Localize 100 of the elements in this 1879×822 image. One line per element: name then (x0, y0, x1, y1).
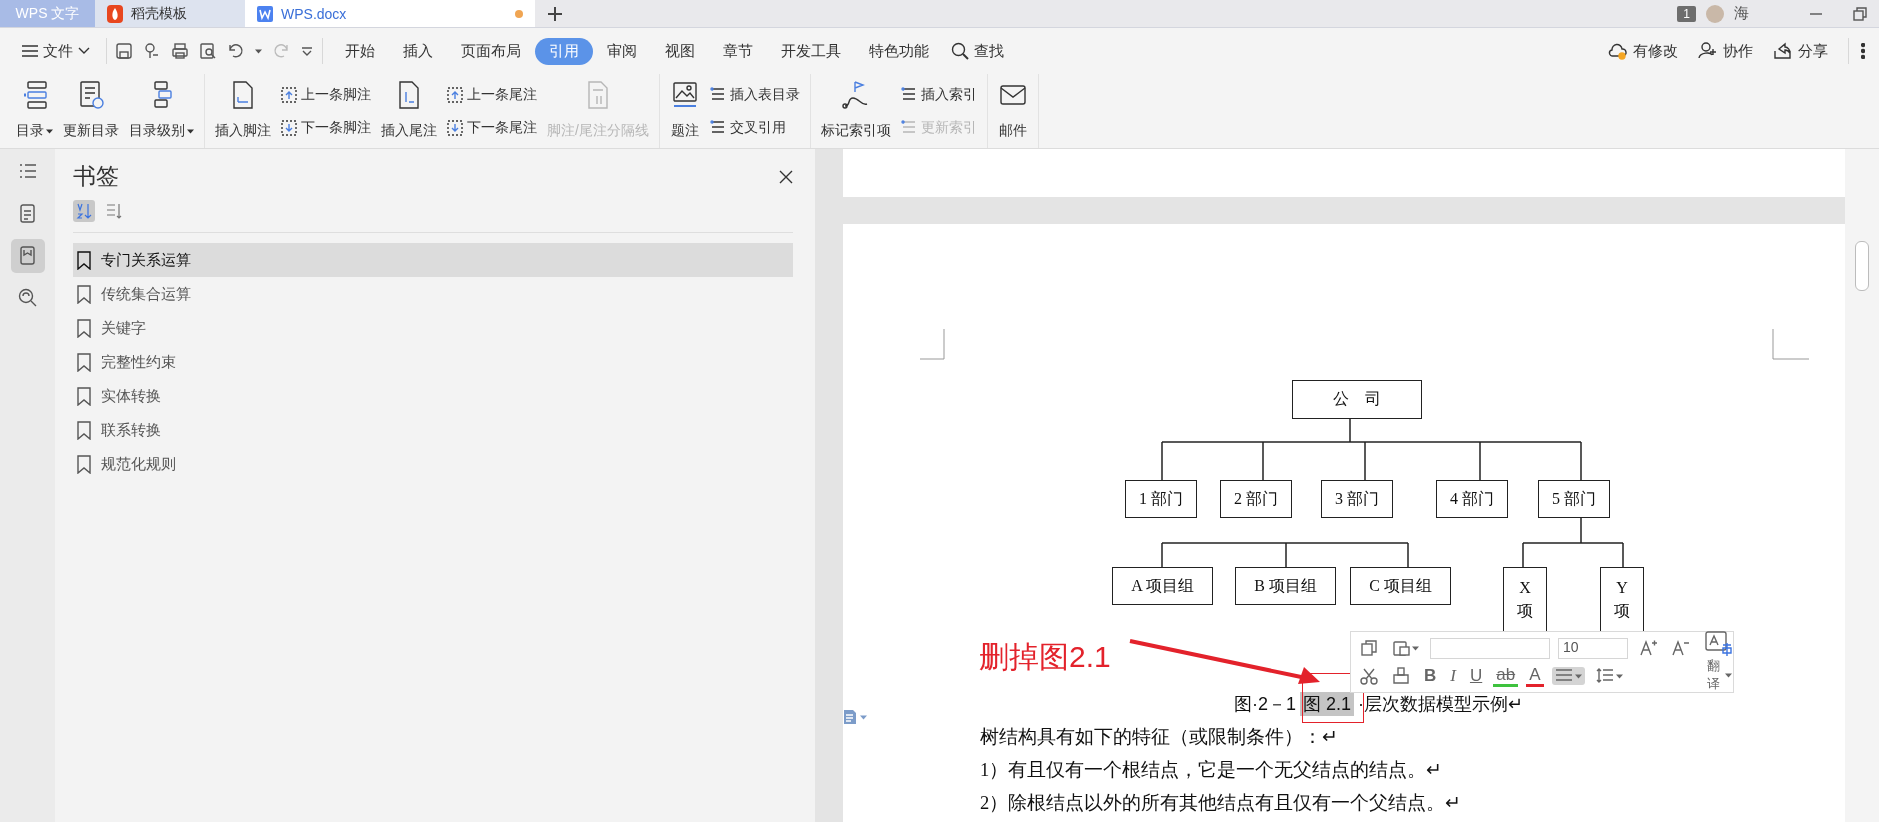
italic-button[interactable]: I (1447, 666, 1459, 686)
chart-node: A 项目组 (1112, 567, 1213, 605)
flame-icon (107, 4, 123, 23)
user-name[interactable]: 海 (1734, 4, 1749, 23)
chart-node: C 项目组 (1350, 567, 1451, 605)
font-color-button[interactable]: A (1526, 665, 1544, 687)
chart-node: 公 司 (1292, 380, 1422, 419)
document-list-icon (17, 204, 38, 224)
save-icon[interactable] (115, 42, 133, 60)
more-icon[interactable] (1861, 43, 1865, 59)
document-tab[interactable]: WPS.docx (245, 0, 535, 27)
ribbon-tab[interactable]: 插入 (389, 37, 447, 65)
ribbon-button[interactable]: 交叉引用 (705, 116, 804, 139)
paragraph: 树结构具有如下的特征（或限制条件）：↵ (979, 726, 1339, 749)
bookmark-item[interactable]: 专门关系运算 (73, 243, 793, 277)
ribbon-tab[interactable]: 视图 (651, 37, 709, 65)
ribbon-button[interactable]: 插入尾注 (377, 76, 441, 146)
caption-text: ·层次数据模型示例↵ (1358, 693, 1524, 716)
bookmark-icon (77, 250, 91, 270)
ribbon-button[interactable]: 更新目录 (59, 76, 123, 146)
chart-node: 2 部门 (1220, 480, 1292, 518)
cloud-icon (1608, 41, 1628, 61)
bold-button[interactable]: B (1421, 666, 1440, 686)
bookmark-item[interactable]: 传统集合运算 (73, 277, 793, 311)
underline-button[interactable]: U (1466, 666, 1486, 686)
scrollbar-thumb[interactable] (1855, 241, 1869, 291)
font-name-field[interactable] (1430, 637, 1550, 659)
close-icon[interactable] (779, 169, 793, 184)
search-button[interactable]: 查找 (943, 37, 1012, 65)
ribbon-button[interactable]: 标记索引项 (816, 76, 895, 146)
file-menu[interactable]: 文件 (14, 37, 98, 65)
document-tab[interactable]: 稻壳模板 (95, 0, 245, 27)
table-list-icon (709, 86, 726, 103)
document-icon (257, 5, 273, 22)
bookmark-icon (77, 284, 91, 304)
search-icon (951, 42, 969, 60)
ribbon-button[interactable]: 下一条尾注 (443, 116, 541, 139)
bookmark-icon (77, 420, 91, 440)
ribbon-button[interactable]: 插入脚注 (211, 76, 275, 146)
toolbar-button[interactable]: 协作 (1690, 37, 1761, 65)
chart-node: 3 部门 (1321, 480, 1393, 518)
ribbon-button[interactable]: 上一条脚注 (277, 83, 375, 106)
table-list-icon (900, 86, 917, 103)
toolbar-button[interactable]: 有修改 (1600, 37, 1686, 65)
chart-node: 5 部门 (1538, 480, 1610, 518)
ribbon-button[interactable]: 下一条脚注 (277, 116, 375, 139)
bookmark-icon (77, 454, 91, 474)
align-button[interactable] (1551, 667, 1585, 685)
ribbon-button[interactable]: 目录 (12, 76, 57, 146)
caret-icon (1412, 645, 1419, 651)
menu-icon (22, 44, 38, 58)
cut-button[interactable] (1357, 667, 1381, 685)
copy-icon (1360, 639, 1378, 657)
ribbon-tab[interactable]: 特色功能 (855, 37, 943, 65)
share-link-icon[interactable] (143, 42, 161, 60)
ribbon-tab[interactable]: 审阅 (593, 37, 651, 65)
ribbon-tab[interactable]: 开始 (331, 37, 389, 65)
annotation-text: 删掉图2.1 (979, 639, 1111, 675)
font-size-field[interactable]: 10 (1558, 637, 1628, 659)
paragraph-icon[interactable] (843, 709, 857, 725)
plus-icon[interactable] (547, 5, 563, 22)
ribbon-button[interactable]: 题注 (665, 76, 704, 146)
ribbon-tab[interactable]: 页面布局 (447, 37, 535, 65)
ribbon-button[interactable]: 邮件 (993, 76, 1032, 146)
paragraph: 2）除根结点以外的所有其他结点有且仅有一个父结点。↵ (979, 792, 1463, 815)
add-user-icon (1698, 41, 1718, 61)
count-badge[interactable]: 1 (1677, 5, 1696, 22)
shrink-font-icon (1671, 639, 1689, 657)
caption-text: 图·2－1 (1234, 693, 1296, 716)
ribbon-tab[interactable]: 开发工具 (767, 37, 855, 65)
rail-tab[interactable] (10, 239, 45, 273)
more-icon[interactable] (300, 44, 314, 58)
bookmark-icon (77, 352, 91, 372)
undo-icon[interactable] (227, 42, 245, 60)
ribbon-button[interactable]: 目录级别 (125, 76, 198, 146)
sort-button[interactable] (73, 200, 95, 222)
list-link-icon (900, 119, 917, 136)
translate-button[interactable]: 翻译 (1698, 634, 1732, 690)
bookmark-item[interactable]: 实体转换 (73, 379, 793, 413)
paste-icon (1392, 639, 1410, 657)
translate-icon (1704, 631, 1732, 657)
ribbon-button[interactable]: 插入表目录 (705, 83, 804, 106)
bookmark-item[interactable]: 关键字 (73, 311, 793, 345)
bookmark-item[interactable]: 完整性约束 (73, 345, 793, 379)
print-preview-icon[interactable] (199, 42, 217, 60)
format-painter-icon (1392, 667, 1410, 685)
chart-node: 1 部门 (1125, 480, 1197, 518)
find-replace-icon (17, 288, 38, 308)
bookmark-item[interactable]: 联系转换 (73, 413, 793, 447)
bookmark-item[interactable]: 规范化规则 (73, 447, 793, 481)
ribbon-tab[interactable]: 章节 (709, 37, 767, 65)
highlight-button[interactable]: ab (1493, 665, 1519, 687)
ribbon-button[interactable]: 插入索引 (896, 83, 981, 106)
caret-icon (1574, 673, 1582, 679)
restore-icon[interactable] (1853, 6, 1867, 21)
ribbon-button[interactable]: 上一条尾注 (443, 83, 541, 106)
panel-title: 书签 (73, 162, 119, 191)
sort-order-icon (105, 202, 123, 220)
toolbar-button[interactable]: 分享 (1765, 37, 1836, 65)
print-icon[interactable] (171, 42, 189, 60)
